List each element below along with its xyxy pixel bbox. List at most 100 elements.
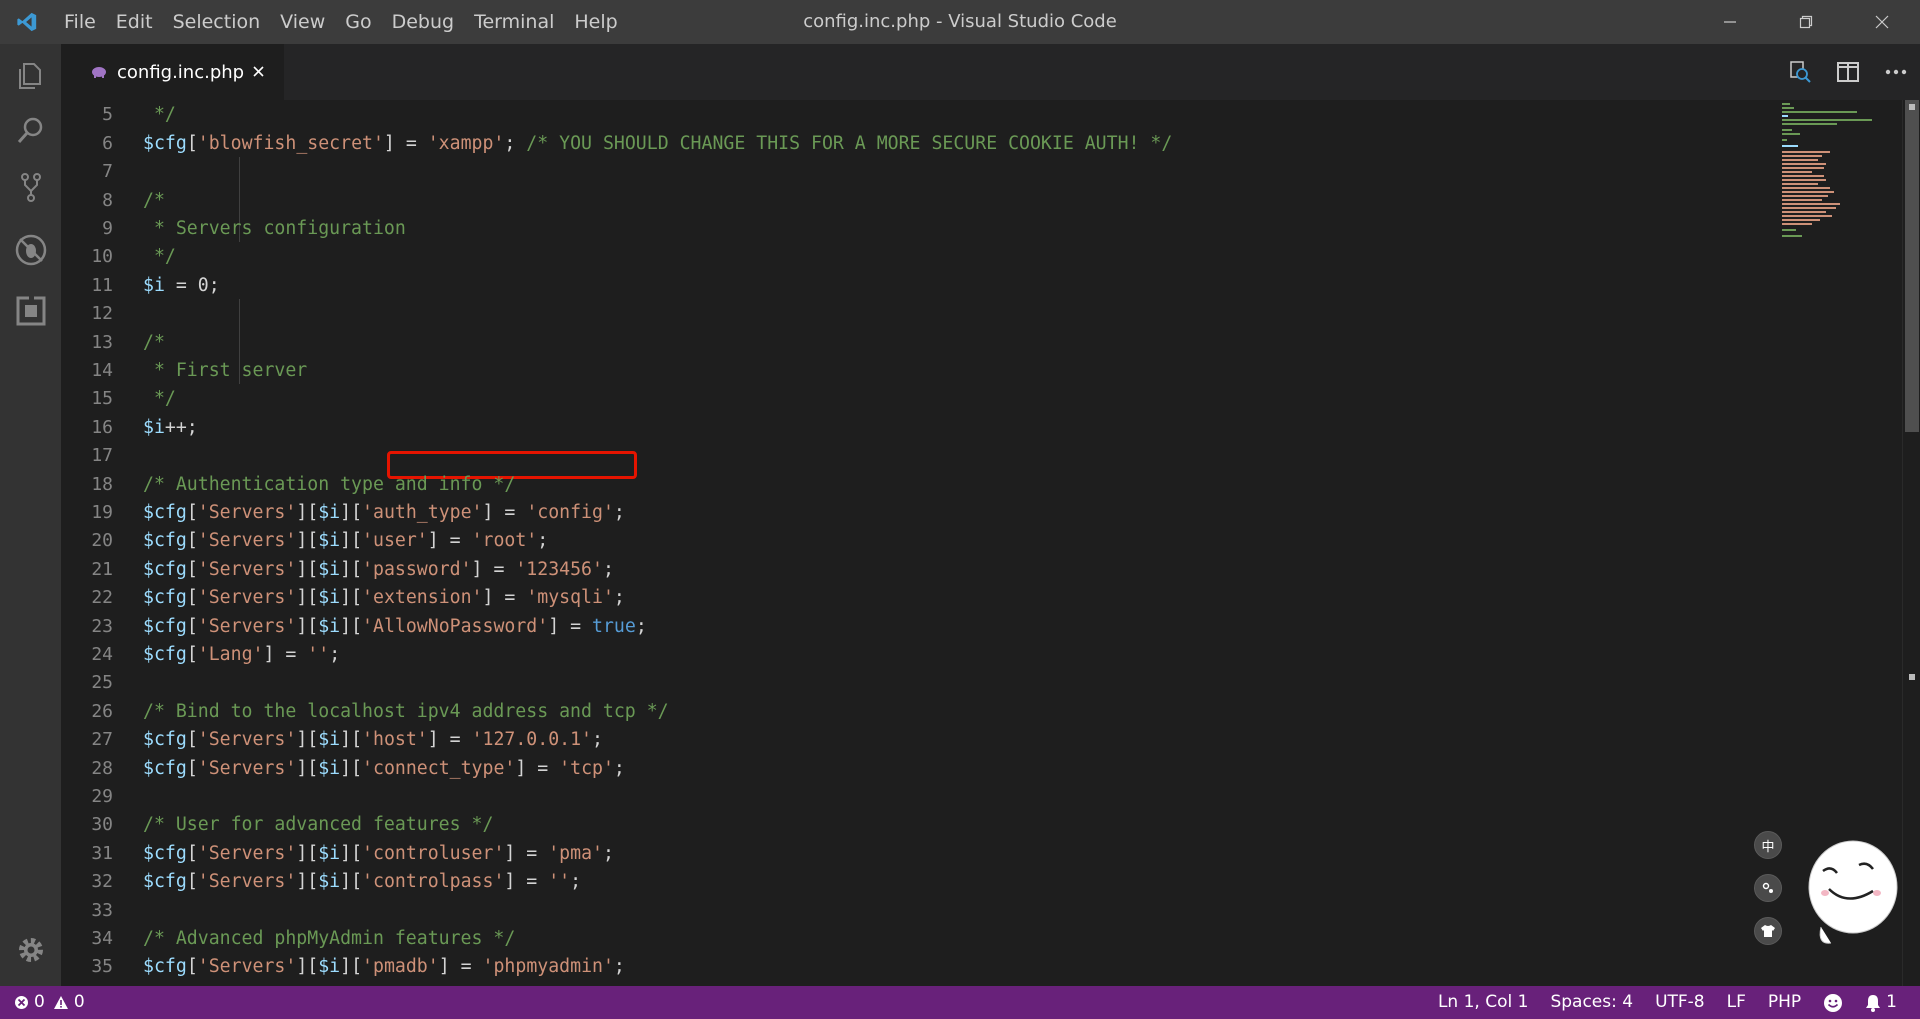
search-button[interactable] (0, 100, 61, 160)
code-token: 'tcp' (559, 757, 614, 779)
code-line[interactable]: $i++; (143, 414, 1793, 442)
code-token: $i (143, 274, 165, 296)
code-line[interactable]: $cfg['Servers'][$i]['user'] = 'root'; (143, 527, 1793, 555)
code-line[interactable]: $cfg['Servers'][$i]['auth_type'] = 'conf… (143, 499, 1793, 527)
scrollbar-thumb[interactable] (1905, 100, 1919, 432)
open-changes-button[interactable] (1776, 44, 1824, 100)
code-token: ; (602, 842, 614, 864)
code-line[interactable] (143, 442, 1793, 470)
code-line[interactable]: * Servers configuration (143, 215, 1793, 243)
code-line[interactable]: $cfg['Servers'][$i]['password'] = '12345… (143, 556, 1793, 584)
code-token: ][ (296, 587, 319, 609)
search-icon (17, 117, 42, 143)
problems-indicator[interactable]: 0 0 (14, 986, 96, 1019)
split-editor-button[interactable] (1824, 44, 1872, 100)
more-actions-button[interactable] (1872, 44, 1920, 100)
restore-button[interactable] (1768, 0, 1844, 44)
minimap-line (1782, 215, 1832, 217)
title-bar: File Edit Selection View Go Debug Termin… (0, 0, 1920, 44)
code-token: ] = (427, 530, 472, 552)
code-token: */ (143, 104, 176, 126)
code-line[interactable]: /* Authentication type and info */ (143, 471, 1793, 499)
code-line[interactable] (143, 783, 1793, 811)
code-line[interactable]: */ (143, 385, 1793, 413)
line-number: 28 (91, 757, 113, 779)
code-token: $cfg (143, 871, 187, 893)
code-line[interactable]: * First server (143, 357, 1793, 385)
code-line[interactable]: $cfg['Lang'] = ''; (143, 641, 1793, 669)
code-line[interactable] (143, 669, 1793, 697)
code-line[interactable]: */ (143, 101, 1793, 129)
source-control-button[interactable] (0, 157, 61, 217)
code-line[interactable]: /* User for advanced features */ (143, 811, 1793, 839)
vertical-scrollbar[interactable] (1902, 100, 1920, 986)
code-token: ] = (427, 729, 472, 751)
menu-terminal[interactable]: Terminal (464, 0, 564, 44)
code-line[interactable] (143, 897, 1793, 925)
code-line[interactable]: /* Bind to the localhost ipv4 address an… (143, 698, 1793, 726)
code-line[interactable]: /* Advanced phpMyAdmin features */ (143, 925, 1793, 953)
code-line[interactable]: /* (143, 187, 1793, 215)
encoding[interactable]: UTF-8 (1644, 986, 1716, 1019)
debug-button[interactable] (0, 220, 61, 280)
line-number: 27 (91, 729, 113, 751)
minimize-button[interactable] (1692, 0, 1768, 44)
code-line[interactable]: $cfg['Servers'][$i]['controlpass'] = ''; (143, 868, 1793, 896)
code-line[interactable]: */ (143, 243, 1793, 271)
menu-file[interactable]: File (54, 0, 106, 44)
indentation[interactable]: Spaces: 4 (1539, 986, 1644, 1019)
minimap-line (1782, 199, 1822, 201)
ime-mascot-icon[interactable] (1801, 835, 1901, 945)
code-line[interactable]: $cfg['Servers'][$i]['controluser'] = 'pm… (143, 840, 1793, 868)
code-line[interactable]: /* (143, 329, 1793, 357)
explorer-button[interactable] (0, 46, 61, 106)
menu-selection[interactable]: Selection (163, 0, 271, 44)
code-token: 'phpmyadmin' (482, 956, 614, 978)
code-line[interactable]: $cfg['Servers'][$i]['AllowNoPassword'] =… (143, 613, 1793, 641)
code-token: ; (570, 871, 582, 893)
end-of-line[interactable]: LF (1716, 986, 1757, 1019)
code-token: $cfg (143, 757, 187, 779)
language-mode[interactable]: PHP (1757, 986, 1812, 1019)
code-token: [ (186, 729, 198, 751)
code-token: ; (537, 530, 549, 552)
menu-help[interactable]: Help (564, 0, 627, 44)
menu-debug[interactable]: Debug (382, 0, 464, 44)
code-area[interactable]: */ $cfg['blowfish_secret'] = 'xampp'; /* … (143, 100, 1833, 986)
vscode-logo-icon (0, 0, 54, 44)
ime-settings-button[interactable] (1754, 874, 1782, 902)
manage-button[interactable] (0, 920, 61, 980)
code-token: [ (186, 643, 198, 665)
code-token: ] = (515, 757, 560, 779)
notifications-button[interactable]: 1 (1854, 986, 1908, 1019)
tab-close-button[interactable] (248, 61, 268, 81)
extensions-button[interactable] (0, 281, 61, 341)
menu-view[interactable]: View (270, 0, 335, 44)
code-line[interactable] (143, 158, 1793, 186)
code-token: $cfg (143, 501, 187, 523)
code-token: 'Servers' (197, 956, 297, 978)
menu-edit[interactable]: Edit (106, 0, 163, 44)
close-window-button[interactable] (1844, 0, 1920, 44)
restore-icon (1799, 15, 1813, 29)
feedback-button[interactable] (1812, 993, 1854, 1013)
code-line[interactable]: $cfg['Servers'][$i]['extension'] = 'mysq… (143, 584, 1793, 612)
code-editor[interactable]: 5 6 7 8 9 10 11 12 13 14 15 16 17 18 19 20 21 22 23 24 25 26 2… (61, 100, 1920, 986)
ime-skin-button[interactable] (1754, 917, 1782, 945)
menu-go[interactable]: Go (335, 0, 381, 44)
code-token: 'auth_type' (362, 501, 483, 523)
code-line[interactable]: $cfg['Servers'][$i]['pmadb'] = 'phpmyadm… (143, 953, 1793, 981)
minimap-line (1782, 107, 1794, 109)
code-line[interactable]: $cfg['blowfish_secret'] = 'xampp'; /* YO… (143, 130, 1793, 158)
code-line[interactable]: $cfg['Servers'][$i]['host'] = '127.0.0.1… (143, 726, 1793, 754)
line-number: 29 (91, 785, 113, 807)
ime-language-button[interactable]: 中 (1754, 831, 1782, 859)
code-line[interactable]: $i = 0; (143, 272, 1793, 300)
notification-count: 1 (1886, 992, 1897, 1012)
code-line[interactable] (143, 300, 1793, 328)
cursor-position[interactable]: Ln 1, Col 1 (1427, 986, 1540, 1019)
minimap-line (1782, 115, 1788, 117)
code-line[interactable]: $cfg['Servers'][$i]['connect_type'] = 't… (143, 755, 1793, 783)
code-token: ; (504, 132, 527, 154)
tab-config-inc-php[interactable]: config.inc.php (61, 44, 284, 100)
